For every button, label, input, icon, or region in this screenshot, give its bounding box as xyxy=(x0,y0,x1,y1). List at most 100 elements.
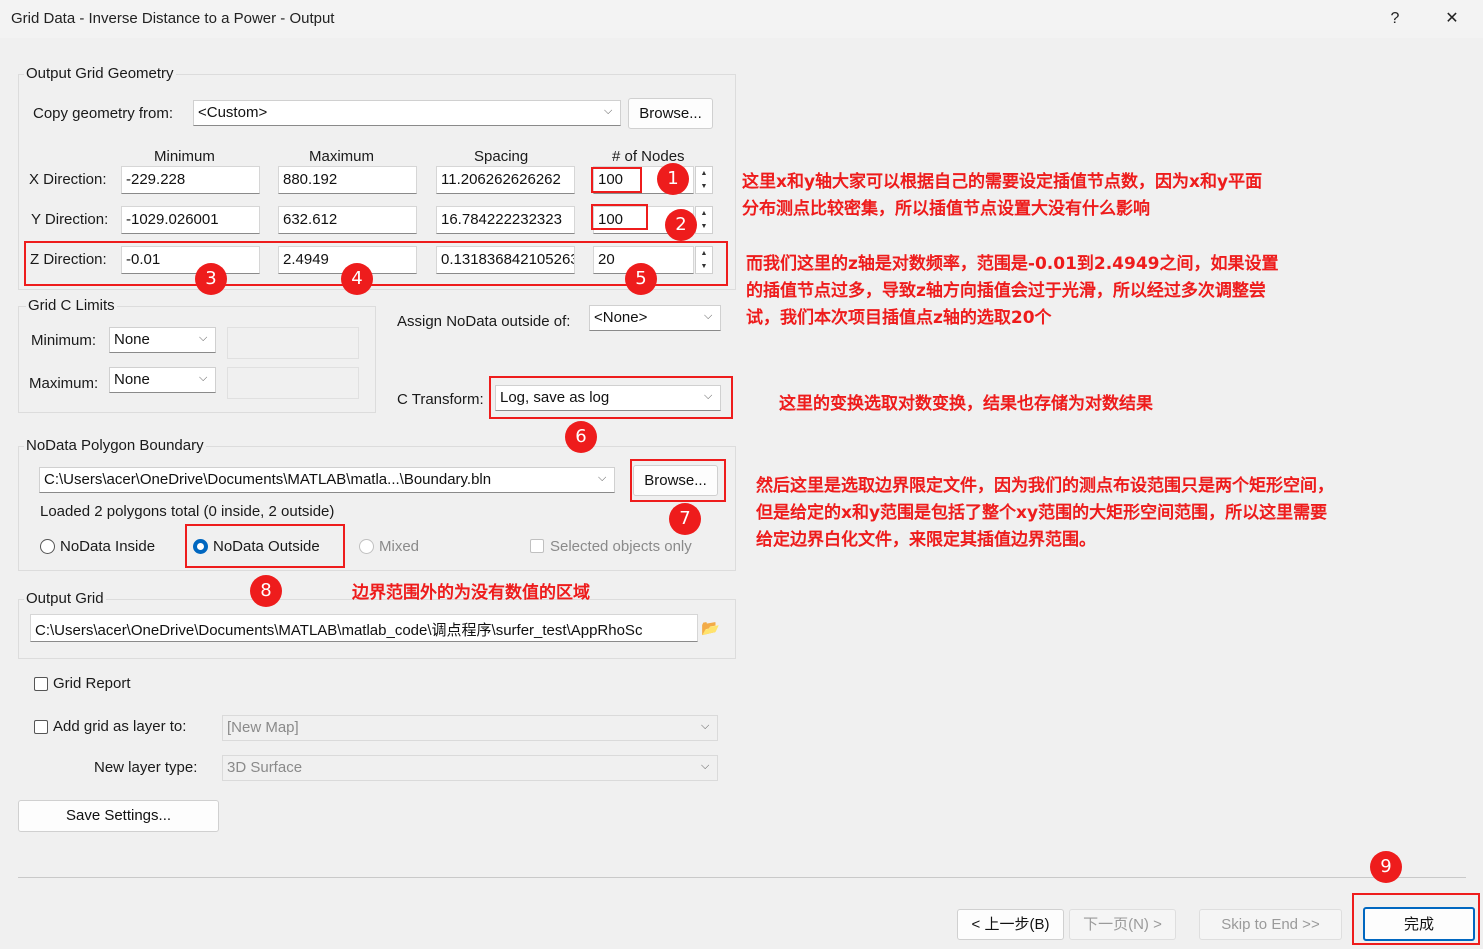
limit-max-label: Maximum: xyxy=(29,375,99,392)
annotation-4-line-2: 但是给定的x和y范围是包括了整个xy范围的大矩形空间范围，所以这里需要 xyxy=(756,503,1328,523)
annotation-5: 边界范围外的为没有数值的区域 xyxy=(352,583,590,603)
highlight-browse xyxy=(630,459,726,502)
y-spacing-input[interactable]: 16.784222232323 xyxy=(436,206,575,234)
limit-min-value: None xyxy=(114,331,150,348)
add-layer-checkbox[interactable] xyxy=(34,720,48,734)
limit-max-value: None xyxy=(114,371,150,388)
chevron-down-icon: ⌵ xyxy=(604,105,613,117)
annotation-1-line-1: 这里x和y轴大家可以根据自己的需要设定插值节点数，因为x和y平面 xyxy=(742,172,1263,192)
layer-type-label: New layer type: xyxy=(94,759,198,776)
badge-7: 7 xyxy=(669,503,701,535)
chevron-down-icon: ⌵ xyxy=(199,332,208,344)
polygon-status: Loaded 2 polygons total (0 inside, 2 out… xyxy=(40,503,335,520)
col-maximum: Maximum xyxy=(309,148,375,165)
x-min-input[interactable]: -229.228 xyxy=(121,166,260,194)
limit-max-field xyxy=(227,367,359,399)
save-settings-button[interactable]: Save Settings... xyxy=(18,800,219,832)
spin-down-icon[interactable]: ▼ xyxy=(696,180,712,193)
mixed-radio xyxy=(359,539,374,554)
back-button[interactable]: < 上一步(B) xyxy=(957,909,1064,940)
badge-2: 2 xyxy=(665,209,697,241)
col-minimum: Minimum xyxy=(154,148,215,165)
badge-8: 8 xyxy=(250,575,282,607)
annotation-2-line-1: 而我们这里的z轴是对数频率，范围是-0.01到2.4949之间，如果设置 xyxy=(746,254,1279,274)
limit-min-select[interactable]: None ⌵ xyxy=(109,327,216,353)
chevron-down-icon: ⌵ xyxy=(598,472,607,484)
copy-geometry-label: Copy geometry from: xyxy=(33,105,174,122)
folder-open-icon[interactable]: 📂 xyxy=(701,619,720,637)
selected-only-label: Selected objects only xyxy=(550,538,692,555)
badge-5: 5 xyxy=(625,263,657,295)
y-nodes-spinner[interactable]: ▲ ▼ xyxy=(695,206,713,234)
chevron-down-icon: ⌵ xyxy=(701,720,710,732)
x-spacing-input[interactable]: 11.206262626262 xyxy=(436,166,575,194)
layer-type-value: 3D Surface xyxy=(227,759,303,776)
highlight-nodata-outside xyxy=(185,524,345,568)
c-transform-label: C Transform: xyxy=(397,391,484,408)
output-group-label: Output Grid xyxy=(24,590,106,607)
y-max-input[interactable]: 632.612 xyxy=(278,206,417,234)
add-layer-value: [New Map] xyxy=(227,719,299,736)
polygon-group-label: NoData Polygon Boundary xyxy=(24,437,206,454)
boundary-file-value: C:\Users\acer\OneDrive\Documents\MATLAB\… xyxy=(44,471,492,488)
annotation-3: 这里的变换选取对数变换，结果也存储为对数结果 xyxy=(779,394,1153,414)
limit-min-label: Minimum: xyxy=(31,332,97,349)
x-max-input[interactable]: 880.192 xyxy=(278,166,417,194)
layer-type-select: 3D Surface ⌵ xyxy=(222,755,718,781)
copy-geometry-browse-button[interactable]: Browse... xyxy=(628,98,713,129)
help-button[interactable]: ? xyxy=(1381,6,1409,32)
chevron-down-icon: ⌵ xyxy=(199,372,208,384)
highlight-finish xyxy=(1352,893,1480,945)
grid-report-checkbox[interactable] xyxy=(34,677,48,691)
annotation-1-line-2: 分布测点比较密集，所以插值节点设置大没有什么影响 xyxy=(742,199,1150,219)
limit-max-select[interactable]: None ⌵ xyxy=(109,367,216,393)
limit-min-field xyxy=(227,327,359,359)
annotation-4-line-1: 然后这里是选取边界限定文件，因为我们的测点布设范围只是两个矩形空间， xyxy=(756,476,1334,496)
badge-4: 4 xyxy=(341,263,373,295)
y-direction-label: Y Direction: xyxy=(31,211,109,228)
annotation-1: 这里x和y轴大家可以根据自己的需要设定插值节点数，因为x和y平面 分布测点比较密… xyxy=(742,169,1262,223)
highlight-x-nodes xyxy=(591,167,642,193)
limits-group-label: Grid C Limits xyxy=(26,297,117,314)
grid-report-label[interactable]: Grid Report xyxy=(53,675,131,692)
mixed-label: Mixed xyxy=(379,538,420,555)
col-spacing: Spacing xyxy=(474,148,529,165)
footer-divider xyxy=(18,877,1466,878)
x-nodes-spinner[interactable]: ▲ ▼ xyxy=(695,166,713,194)
copy-geometry-value: <Custom> xyxy=(198,104,268,121)
window-title: Grid Data - Inverse Distance to a Power … xyxy=(11,10,335,27)
chevron-down-icon: ⌵ xyxy=(701,760,710,772)
add-layer-label[interactable]: Add grid as layer to: xyxy=(53,718,186,735)
close-button[interactable]: ✕ xyxy=(1438,6,1466,32)
badge-9: 9 xyxy=(1370,851,1402,883)
highlight-y-nodes xyxy=(591,204,648,230)
geometry-group-label: Output Grid Geometry xyxy=(24,65,176,82)
spin-down-icon[interactable]: ▼ xyxy=(696,220,712,233)
annotation-2-line-3: 试，我们本次项目插值点z轴的选取20个 xyxy=(746,308,1052,328)
x-direction-label: X Direction: xyxy=(29,171,107,188)
annotation-2: 而我们这里的z轴是对数频率，范围是-0.01到2.4949之间，如果设置 的插值… xyxy=(746,251,1279,332)
output-path-input[interactable]: C:\Users\acer\OneDrive\Documents\MATLAB\… xyxy=(30,614,698,642)
annotation-4: 然后这里是选取边界限定文件，因为我们的测点布设范围只是两个矩形空间， 但是给定的… xyxy=(756,473,1334,554)
skip-to-end-button: Skip to End >> xyxy=(1199,909,1342,940)
annotation-2-line-2: 的插值节点过多，导致z轴方向插值会过于光滑，所以经过多次调整尝 xyxy=(746,281,1266,301)
nodata-inside-label[interactable]: NoData Inside xyxy=(60,538,155,555)
spin-up-icon[interactable]: ▲ xyxy=(696,167,712,180)
badge-1: 1 xyxy=(657,163,689,195)
selected-only-checkbox xyxy=(530,539,544,553)
badge-3: 3 xyxy=(195,263,227,295)
highlight-z-row xyxy=(24,241,728,286)
chevron-down-icon: ⌵ xyxy=(704,310,713,322)
next-button: 下一页(N) > xyxy=(1069,909,1176,940)
assign-nodata-value: <None> xyxy=(594,309,648,326)
boundary-file-select[interactable]: C:\Users\acer\OneDrive\Documents\MATLAB\… xyxy=(39,467,615,493)
badge-6: 6 xyxy=(565,421,597,453)
add-layer-select: [New Map] ⌵ xyxy=(222,715,718,741)
nodata-inside-radio[interactable] xyxy=(40,539,55,554)
spin-up-icon[interactable]: ▲ xyxy=(696,207,712,220)
y-min-input[interactable]: -1029.026001 xyxy=(121,206,260,234)
annotation-4-line-3: 给定边界白化文件，来限定其插值边界范围。 xyxy=(756,530,1096,550)
highlight-transform xyxy=(489,376,733,419)
copy-geometry-select[interactable]: <Custom> ⌵ xyxy=(193,100,621,126)
assign-nodata-select[interactable]: <None> ⌵ xyxy=(589,305,721,331)
